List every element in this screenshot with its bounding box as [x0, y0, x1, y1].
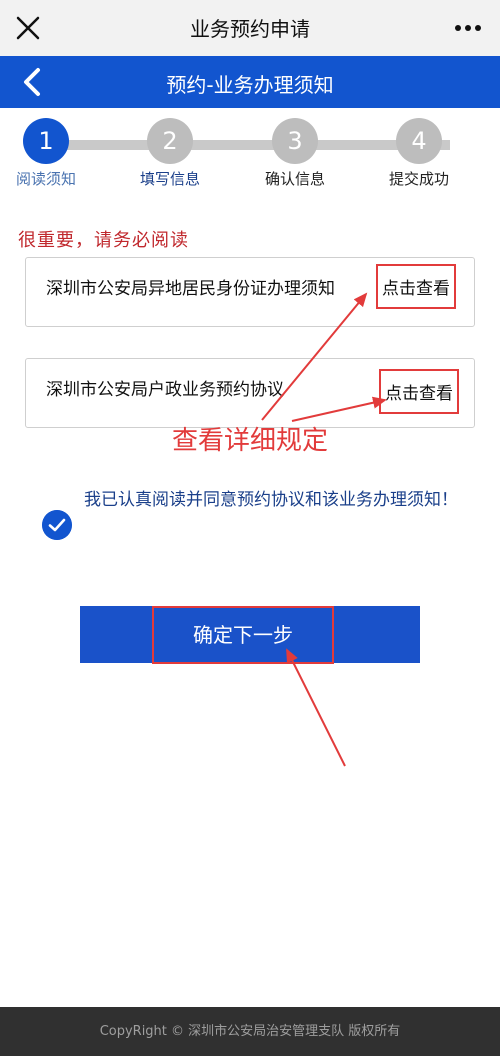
confirm-next-button[interactable]: 确定下一步 [80, 606, 420, 664]
step-4: 4 提交成功 [369, 118, 469, 189]
step-3: 3 确认信息 [245, 118, 345, 189]
step-1-number: 1 [23, 118, 69, 164]
doc-card-id-card: 深圳市公安局异地居民身份证办理须知 点击查看 [25, 257, 475, 327]
step-1-label: 阅读须知 [15, 170, 76, 188]
progress-steps: 1 阅读须知 2 填写信息 3 确认信息 4 提交成功 [0, 118, 500, 198]
step-3-number: 3 [272, 118, 318, 164]
annotation-label: 查看详细规定 [172, 426, 329, 456]
checkmark-icon[interactable] [42, 510, 72, 540]
window-title: 业务预约申请 [190, 17, 310, 41]
view-button-household[interactable]: 点击查看 [379, 369, 459, 414]
page-header: 预约-业务办理须知 [0, 56, 500, 108]
top-bar: 业务预约申请 [0, 0, 500, 56]
footer-copyright: CopyRight © 深圳市公安局治安管理支队 版权所有 [0, 1007, 500, 1056]
step-4-number: 4 [396, 118, 442, 164]
step-2: 2 填写信息 [120, 118, 220, 189]
doc-title-household: 深圳市公安局户政业务预约协议 [46, 380, 284, 400]
important-notice: 很重要，请务必阅读 [18, 230, 189, 251]
page-title: 预约-业务办理须知 [166, 73, 334, 97]
confirm-next-label: 确定下一步 [152, 606, 334, 664]
doc-title-id-card: 深圳市公安局异地居民身份证办理须知 [46, 279, 335, 299]
step-2-label: 填写信息 [139, 170, 200, 188]
view-button-id-card[interactable]: 点击查看 [376, 264, 456, 309]
agreement-text: 我已认真阅读并同意预约协议和该业务办理须知！ [84, 490, 458, 510]
agreement-row[interactable]: 我已认真阅读并同意预约协议和该业务办理须知！ [42, 486, 482, 546]
step-2-number: 2 [147, 118, 193, 164]
doc-card-household: 深圳市公安局户政业务预约协议 点击查看 [25, 358, 475, 428]
more-icon[interactable] [454, 24, 482, 32]
arrow-to-confirm [286, 648, 346, 767]
step-4-label: 提交成功 [388, 170, 449, 188]
step-1: 1 阅读须知 [0, 118, 96, 189]
step-3-label: 确认信息 [264, 170, 325, 188]
